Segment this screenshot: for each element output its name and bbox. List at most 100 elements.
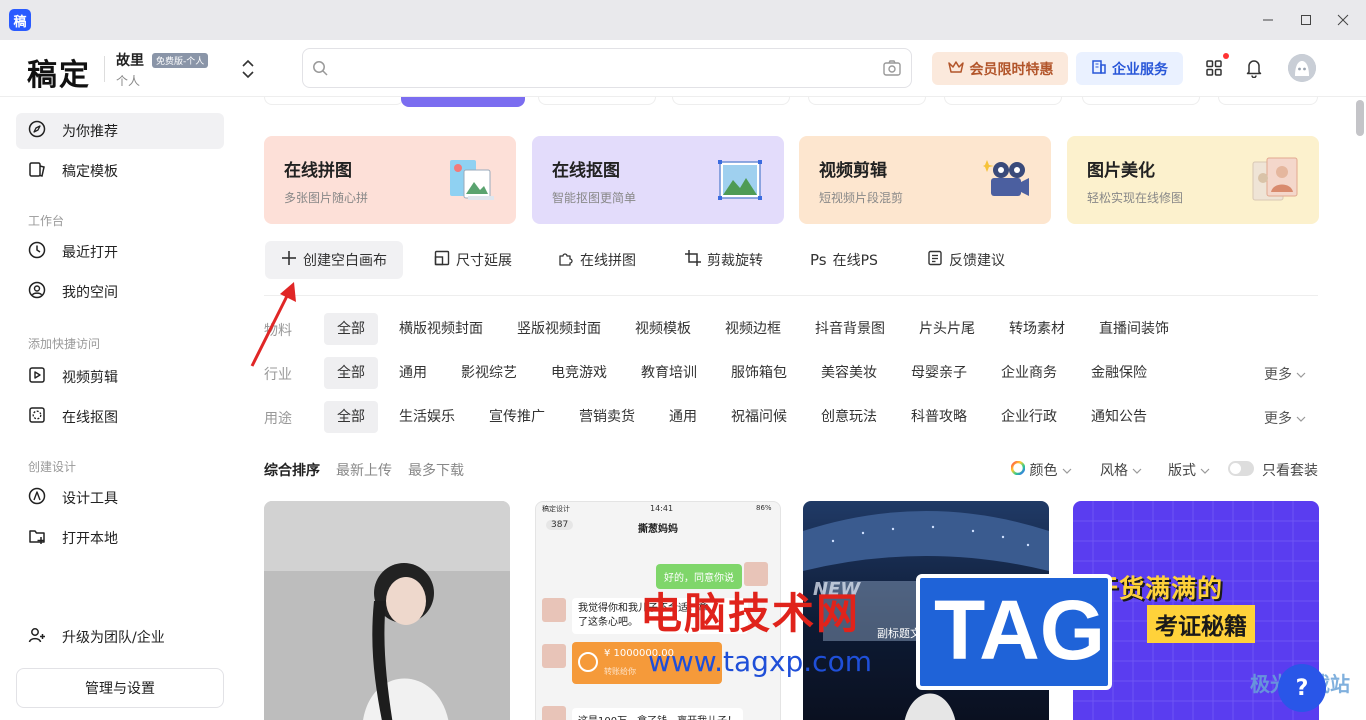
filter-chip[interactable]: 祝福问候 — [718, 401, 800, 433]
compass-icon — [28, 120, 46, 142]
sidebar-item-cutout[interactable]: 在线抠图 — [16, 399, 224, 435]
filter-chip[interactable]: 视频边框 — [712, 313, 794, 345]
layout-filter-label: 版式 — [1168, 463, 1196, 479]
filter-chip[interactable]: 竖版视频封面 — [504, 313, 614, 345]
feedback-button[interactable]: 反馈建议 — [927, 241, 1005, 279]
sidebar-item-design-tools[interactable]: 设计工具 — [16, 480, 224, 516]
brand-logo[interactable]: 稿定 — [27, 50, 91, 94]
filter-chip[interactable]: 通知公告 — [1078, 401, 1160, 433]
feature-card-collage[interactable]: 在线拼图 多张图片随心拼 — [264, 136, 516, 224]
filter-chip[interactable]: 转场素材 — [996, 313, 1078, 345]
manage-settings-button[interactable]: 管理与设置 — [16, 668, 224, 708]
category-tab-peek[interactable] — [1082, 97, 1200, 105]
category-tab-peek[interactable] — [264, 97, 404, 105]
style-filter-label: 风格 — [1100, 463, 1128, 479]
size-extend-button[interactable]: 尺寸延展 — [434, 241, 512, 279]
filter-chip[interactable]: 母婴亲子 — [898, 357, 980, 389]
help-button[interactable]: ? — [1278, 664, 1326, 712]
filter-chip[interactable]: 横版视频封面 — [386, 313, 496, 345]
phone-status-time: 14:41 — [650, 504, 674, 513]
sidebar-item-recent[interactable]: 最近打开 — [16, 234, 224, 270]
category-tab-peek[interactable] — [538, 97, 656, 105]
enterprise-service-button[interactable]: 企业服务 — [1076, 52, 1183, 85]
camera-icon[interactable] — [883, 60, 901, 80]
phone-status-carrier: 稿定设计 — [542, 505, 570, 513]
video-icon — [28, 366, 46, 388]
only-sets-toggle[interactable] — [1228, 461, 1254, 476]
feature-card-video[interactable]: 视频剪辑 短视频片段混剪 — [799, 136, 1051, 224]
create-blank-canvas-button[interactable]: 创建空白画布 — [265, 241, 403, 279]
filter-chip[interactable]: 全部 — [324, 401, 378, 433]
template-card[interactable] — [264, 501, 510, 720]
feature-card-cutout[interactable]: 在线抠图 智能抠图更简单 — [532, 136, 784, 224]
scrollbar-thumb[interactable] — [1356, 100, 1364, 136]
search-box[interactable] — [302, 48, 912, 88]
filter-chip[interactable]: 创意玩法 — [808, 401, 890, 433]
vip-offer-button[interactable]: 会员限时特惠 — [932, 52, 1068, 85]
minimize-button[interactable] — [1255, 8, 1281, 32]
more-industry-button[interactable]: 更多 — [1264, 364, 1306, 384]
search-input[interactable] — [337, 55, 867, 81]
collage-illustration-icon — [448, 156, 496, 204]
upgrade-team-link[interactable]: 升级为团队/企业 — [16, 619, 224, 655]
sidebar-item-recommend[interactable]: 为你推荐 — [16, 113, 224, 149]
filter-chip[interactable]: 生活娱乐 — [386, 401, 468, 433]
sidebar-item-label: 为你推荐 — [62, 124, 118, 140]
filter-chip[interactable]: 抖音背景图 — [802, 313, 898, 345]
filter-chip[interactable]: 视频模板 — [622, 313, 704, 345]
avatar[interactable] — [1288, 54, 1316, 82]
layout-filter-dropdown[interactable]: 版式 — [1168, 460, 1210, 480]
bell-icon[interactable] — [1243, 57, 1265, 79]
maximize-button[interactable] — [1293, 8, 1319, 32]
filter-label-usage: 用途 — [264, 411, 292, 427]
filter-chip[interactable]: 企业行政 — [988, 401, 1070, 433]
sidebar-item-templates[interactable]: 稿定模板 — [16, 153, 224, 189]
more-usage-button[interactable]: 更多 — [1264, 408, 1306, 428]
category-tab-peek[interactable] — [944, 97, 1062, 105]
ps-icon: Ps — [810, 251, 827, 269]
online-ps-button[interactable]: Ps 在线PS — [810, 241, 878, 279]
sort-most-downloaded[interactable]: 最多下载 — [408, 460, 464, 480]
filter-chip[interactable]: 通用 — [386, 357, 440, 389]
switch-account-icon[interactable] — [238, 58, 258, 80]
filter-chip[interactable]: 营销卖货 — [566, 401, 648, 433]
filter-chip[interactable]: 美容美妆 — [808, 357, 890, 389]
filter-chip[interactable]: 全部 — [324, 357, 378, 389]
sidebar-item-label: 稿定模板 — [62, 164, 118, 180]
filter-chip[interactable]: 企业商务 — [988, 357, 1070, 389]
filter-chip[interactable]: 宣传推广 — [476, 401, 558, 433]
filter-chip[interactable]: 服饰箱包 — [718, 357, 800, 389]
online-collage-button[interactable]: 在线拼图 — [558, 241, 636, 279]
style-filter-dropdown[interactable]: 风格 — [1100, 460, 1142, 480]
user-name[interactable]: 故里 — [116, 50, 144, 70]
filter-chip[interactable]: 通用 — [656, 401, 710, 433]
category-tab-peek[interactable] — [808, 97, 926, 105]
feature-card-beautify[interactable]: 图片美化 轻松实现在线修图 — [1067, 136, 1319, 224]
filter-chip[interactable]: 影视综艺 — [448, 357, 530, 389]
filter-chip[interactable]: 教育培训 — [628, 357, 710, 389]
section-create-design: 创建设计 — [28, 460, 77, 474]
filter-chip[interactable]: 电竞游戏 — [538, 357, 620, 389]
category-tab-peek[interactable] — [1218, 97, 1318, 105]
crop-rotate-button[interactable]: 剪裁旋转 — [685, 241, 763, 279]
create-blank-canvas-label: 创建空白画布 — [303, 253, 387, 269]
more-label: 更多 — [1264, 367, 1292, 383]
transfer-note: 转账给你 — [604, 667, 636, 676]
sort-comprehensive[interactable]: 综合排序 — [264, 460, 320, 480]
transfer-icon — [578, 652, 598, 672]
filter-chip[interactable]: 全部 — [324, 313, 378, 345]
filter-chip[interactable]: 科普攻略 — [898, 401, 980, 433]
category-tab-peek[interactable] — [672, 97, 790, 105]
chevron-down-icon — [1296, 367, 1306, 383]
sidebar-item-video-edit[interactable]: 视频剪辑 — [16, 359, 224, 395]
color-filter-dropdown[interactable]: 颜色 — [1010, 460, 1072, 480]
sidebar-item-my-space[interactable]: 我的空间 — [16, 274, 224, 310]
sidebar-item-open-local[interactable]: 打开本地 — [16, 520, 224, 556]
filter-chip[interactable]: 直播间装饰 — [1086, 313, 1182, 345]
filter-chip[interactable]: 金融保险 — [1078, 357, 1160, 389]
apps-grid-icon[interactable] — [1203, 57, 1225, 79]
close-button[interactable] — [1330, 8, 1356, 32]
category-tab-peek-active[interactable] — [401, 97, 525, 107]
sort-latest[interactable]: 最新上传 — [336, 460, 392, 480]
filter-chip[interactable]: 片头片尾 — [906, 313, 988, 345]
